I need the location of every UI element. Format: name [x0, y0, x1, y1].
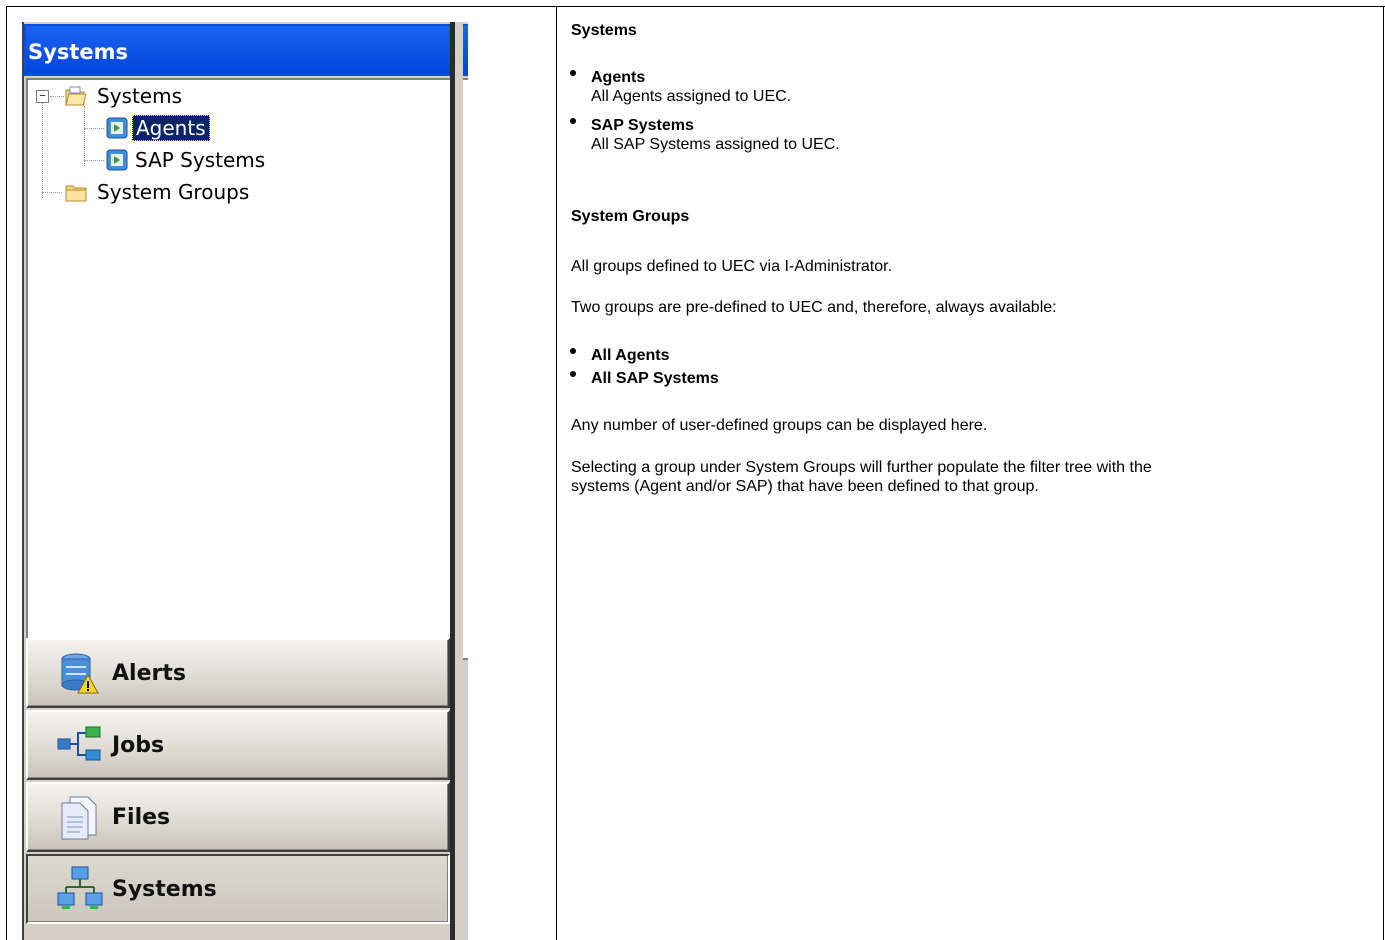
- tree-item-label: Systems: [97, 84, 182, 108]
- tree-line: [42, 102, 43, 198]
- panel-splitter-edge: [455, 22, 463, 940]
- table-border-top: [6, 6, 1385, 7]
- alerts-icon: [56, 649, 104, 697]
- alerts-button-label: Alerts: [112, 660, 186, 686]
- tree-line: [84, 160, 104, 161]
- filter-tree[interactable]: − Systems Agents SAP Systems System Grou…: [26, 78, 468, 660]
- jobs-button[interactable]: Jobs: [26, 710, 450, 780]
- files-icon: [56, 793, 104, 841]
- alerts-button[interactable]: Alerts: [26, 638, 450, 708]
- systems-icon: [56, 865, 104, 913]
- tree-item-label: Agents: [132, 115, 210, 141]
- bullet: [570, 70, 576, 76]
- systems-button-label: Systems: [112, 876, 217, 902]
- groups-paragraph: All groups defined to UEC via I-Administ…: [571, 258, 893, 275]
- navigator-panel: Systems − Systems Agents SAP Systems Sys…: [22, 22, 468, 940]
- table-column-divider: [556, 6, 557, 940]
- tree-item-systems[interactable]: Systems: [64, 82, 185, 110]
- system-icon: [106, 117, 128, 139]
- systems-heading: Systems: [571, 22, 637, 39]
- agents-term: Agents: [591, 69, 646, 86]
- system-groups-heading: System Groups: [571, 208, 690, 225]
- navigator-title: Systems: [28, 40, 128, 64]
- tree-item-label: System Groups: [97, 180, 250, 204]
- open-folder-icon: [64, 85, 88, 107]
- groups-paragraph: Selecting a group under System Groups wi…: [571, 459, 1152, 476]
- jobs-button-label: Jobs: [112, 732, 165, 758]
- panel-edge: [22, 22, 24, 940]
- groups-paragraph: systems (Agent and/or SAP) that have bee…: [571, 478, 1039, 495]
- bullet: [570, 371, 576, 377]
- table-border-left: [6, 6, 7, 940]
- all-sap-systems-item: All SAP Systems: [591, 370, 719, 387]
- files-button[interactable]: Files: [26, 782, 450, 852]
- tree-item-sap-systems[interactable]: SAP Systems: [106, 146, 268, 174]
- tree-line: [50, 96, 64, 97]
- tree-item-system-groups[interactable]: System Groups: [64, 178, 252, 206]
- tree-line: [84, 106, 85, 166]
- navigator-header: Systems: [24, 22, 468, 76]
- agents-definition: All Agents assigned to UEC.: [591, 88, 792, 105]
- bullet: [570, 348, 576, 354]
- sap-systems-definition: All SAP Systems assigned to UEC.: [591, 136, 840, 153]
- sap-systems-term: SAP Systems: [591, 117, 694, 134]
- system-icon: [106, 149, 128, 171]
- groups-paragraph: Any number of user-defined groups can be…: [571, 417, 988, 434]
- files-button-label: Files: [112, 804, 171, 830]
- systems-button[interactable]: Systems: [26, 854, 450, 924]
- tree-item-agents[interactable]: Agents: [106, 114, 210, 142]
- collapse-toggle[interactable]: −: [36, 90, 49, 103]
- tree-line: [84, 128, 104, 129]
- tree-line: [42, 192, 62, 193]
- table-border-right: [1383, 6, 1384, 940]
- folder-icon: [64, 181, 88, 203]
- jobs-icon: [56, 721, 104, 769]
- all-agents-item: All Agents: [591, 347, 670, 364]
- tree-item-label: SAP Systems: [135, 148, 266, 172]
- groups-paragraph: Two groups are pre-defined to UEC and, t…: [571, 299, 1057, 316]
- bullet: [570, 118, 576, 124]
